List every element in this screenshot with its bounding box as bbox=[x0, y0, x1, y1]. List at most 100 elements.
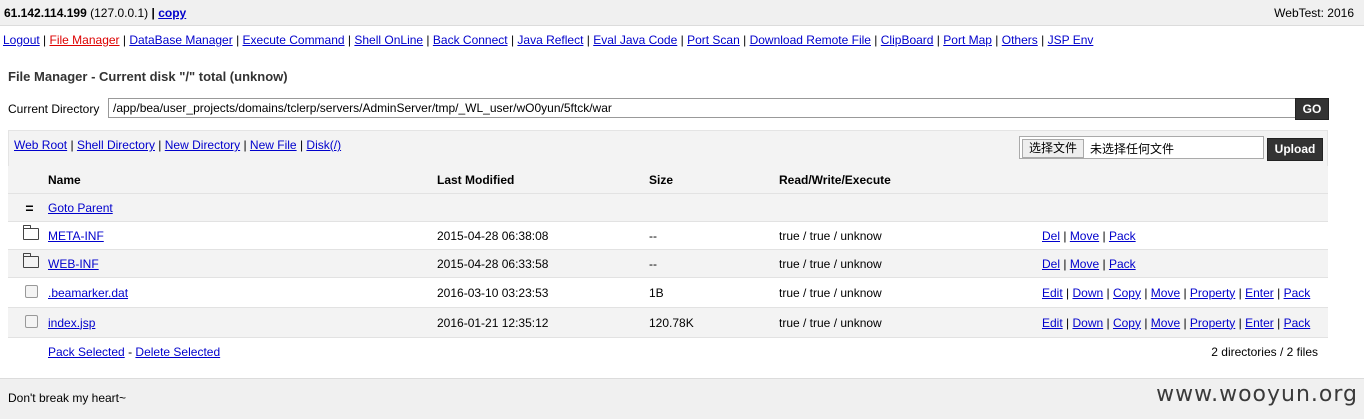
action-separator: | bbox=[1180, 315, 1190, 330]
footer-text: Don't break my heart~ bbox=[8, 391, 127, 405]
nav-separator: | bbox=[677, 33, 688, 47]
files-summary: 2 directories / 2 files bbox=[1042, 337, 1328, 366]
nav-download-remote-file[interactable]: Download Remote File bbox=[750, 33, 871, 47]
action-del[interactable]: Del bbox=[1042, 257, 1060, 271]
nav-logout[interactable]: Logout bbox=[3, 33, 40, 47]
table-footer-row: Pack Selected - Delete Selected 2 directo… bbox=[8, 337, 1328, 366]
nav-database-manager[interactable]: DataBase Manager bbox=[129, 33, 232, 47]
quick-separator: | bbox=[240, 138, 250, 152]
page-title: File Manager - Current disk "/" total (u… bbox=[8, 69, 288, 84]
cell-modified: 2016-03-10 03:23:53 bbox=[437, 277, 649, 308]
nav-separator: | bbox=[423, 33, 433, 47]
row-actions: Del | Move | Pack bbox=[1042, 221, 1328, 250]
quick-links: Web Root | Shell Directory | New Directo… bbox=[14, 138, 341, 152]
nav-eval-java-code[interactable]: Eval Java Code bbox=[593, 33, 677, 47]
action-copy[interactable]: Copy bbox=[1113, 316, 1141, 330]
nav-file-manager[interactable]: File Manager bbox=[50, 33, 120, 47]
action-enter[interactable]: Enter bbox=[1245, 316, 1274, 330]
main-nav: Logout | File Manager | DataBase Manager… bbox=[3, 33, 1093, 47]
directory-label: Current Directory bbox=[8, 102, 100, 116]
cell-modified: 2016-01-21 12:35:12 bbox=[437, 307, 649, 338]
action-property[interactable]: Property bbox=[1190, 316, 1235, 330]
action-move[interactable]: Move bbox=[1070, 229, 1099, 243]
action-pack[interactable]: Pack bbox=[1109, 257, 1136, 271]
action-edit[interactable]: Edit bbox=[1042, 316, 1063, 330]
nav-separator: | bbox=[1037, 33, 1048, 47]
action-move[interactable]: Move bbox=[1151, 316, 1180, 330]
pack-selected-link[interactable]: Pack Selected bbox=[48, 345, 125, 359]
action-separator: | bbox=[1060, 256, 1070, 271]
nav-separator: | bbox=[933, 33, 944, 47]
action-separator: | bbox=[1103, 285, 1113, 300]
cell-modified: 2015-04-28 06:38:08 bbox=[437, 221, 649, 250]
action-move[interactable]: Move bbox=[1070, 257, 1099, 271]
action-del[interactable]: Del bbox=[1042, 229, 1060, 243]
top-bar: 61.142.114.199 (127.0.0.1) | copy WebTes… bbox=[0, 0, 1364, 26]
nav-separator: | bbox=[739, 33, 750, 47]
row-checkbox[interactable] bbox=[25, 314, 38, 328]
quick-link-shell-directory[interactable]: Shell Directory bbox=[77, 138, 155, 152]
quick-link-new-file[interactable]: New File bbox=[250, 138, 297, 152]
action-property[interactable]: Property bbox=[1190, 286, 1235, 300]
action-separator: | bbox=[1103, 315, 1113, 330]
row-actions: Del | Move | Pack bbox=[1042, 249, 1328, 278]
nav-separator: | bbox=[344, 33, 355, 47]
nav-java-reflect[interactable]: Java Reflect bbox=[517, 33, 583, 47]
nav-others[interactable]: Others bbox=[1002, 33, 1038, 47]
nav-back-connect[interactable]: Back Connect bbox=[433, 33, 508, 47]
parent-row: = Goto Parent bbox=[8, 193, 1328, 222]
file-name-link[interactable]: index.jsp bbox=[48, 316, 95, 330]
server-info: 61.142.114.199 (127.0.0.1) | copy bbox=[4, 6, 187, 20]
action-pack[interactable]: Pack bbox=[1284, 316, 1311, 330]
table-row: META-INF 2015-04-28 06:38:08 -- true / true… bbox=[8, 221, 1328, 250]
nav-execute-command[interactable]: Execute Command bbox=[243, 33, 345, 47]
action-pack[interactable]: Pack bbox=[1109, 229, 1136, 243]
action-down[interactable]: Down bbox=[1072, 316, 1103, 330]
quick-separator: | bbox=[296, 138, 307, 152]
file-name-link[interactable]: WEB-INF bbox=[48, 257, 99, 271]
nav-separator: | bbox=[507, 33, 518, 47]
nav-separator: | bbox=[991, 33, 1002, 47]
nav-separator: | bbox=[119, 33, 130, 47]
upload-button[interactable]: Upload bbox=[1267, 138, 1323, 161]
action-pack[interactable]: Pack bbox=[1284, 286, 1311, 300]
cell-perm: true / true / unknow bbox=[779, 307, 1042, 338]
row-checkbox[interactable] bbox=[25, 284, 38, 298]
nav-shell-online[interactable]: Shell OnLine bbox=[354, 33, 423, 47]
folder-icon bbox=[23, 253, 39, 268]
copy-link[interactable]: copy bbox=[158, 6, 186, 20]
nav-port-map[interactable]: Port Map bbox=[943, 33, 992, 47]
nav-port-scan[interactable]: Port Scan bbox=[687, 33, 740, 47]
directory-input[interactable]: /app/bea/user_projects/domains/tclerp/se… bbox=[108, 98, 1298, 118]
table-row: .beamarker.dat 2016-03-10 03:23:53 1B true … bbox=[8, 277, 1328, 308]
action-edit[interactable]: Edit bbox=[1042, 286, 1063, 300]
action-down[interactable]: Down bbox=[1072, 286, 1103, 300]
quick-link-web-root[interactable]: Web Root bbox=[14, 138, 67, 152]
action-copy[interactable]: Copy bbox=[1113, 286, 1141, 300]
row-actions: Edit | Down | Copy | Move | Property | E… bbox=[1042, 307, 1328, 338]
header-icon-col bbox=[8, 166, 48, 194]
action-enter[interactable]: Enter bbox=[1245, 286, 1274, 300]
delete-selected-link[interactable]: Delete Selected bbox=[135, 345, 220, 359]
footer-separator: - bbox=[128, 344, 133, 359]
go-button[interactable]: GO bbox=[1295, 98, 1329, 120]
file-name-link[interactable]: META-INF bbox=[48, 229, 104, 243]
goto-parent-link[interactable]: Goto Parent bbox=[48, 201, 113, 215]
quick-link-new-directory[interactable]: New Directory bbox=[165, 138, 240, 152]
cell-perm: true / true / unknow bbox=[779, 249, 1042, 278]
cell-size: -- bbox=[649, 221, 779, 250]
file-name-link[interactable]: .beamarker.dat bbox=[48, 286, 128, 300]
watermark: www.wooyun.org bbox=[1156, 382, 1358, 407]
action-move[interactable]: Move bbox=[1151, 286, 1180, 300]
quick-link-disk[interactable]: Disk(/) bbox=[306, 138, 341, 152]
choose-file-button[interactable]: 选择文件 bbox=[1022, 139, 1085, 158]
nav-separator: | bbox=[870, 33, 881, 47]
nav-jsp-env[interactable]: JSP Env bbox=[1048, 33, 1094, 47]
server-ip: 61.142.114.199 bbox=[4, 6, 87, 20]
folder-icon bbox=[23, 225, 39, 240]
app-title: WebTest: 2016 bbox=[1274, 6, 1354, 20]
action-separator: | bbox=[1235, 285, 1246, 300]
file-chooser[interactable]: 选择文件 未选择任何文件 bbox=[1019, 136, 1264, 159]
cell-size: 1B bbox=[649, 277, 779, 308]
nav-clipboard[interactable]: ClipBoard bbox=[881, 33, 934, 47]
